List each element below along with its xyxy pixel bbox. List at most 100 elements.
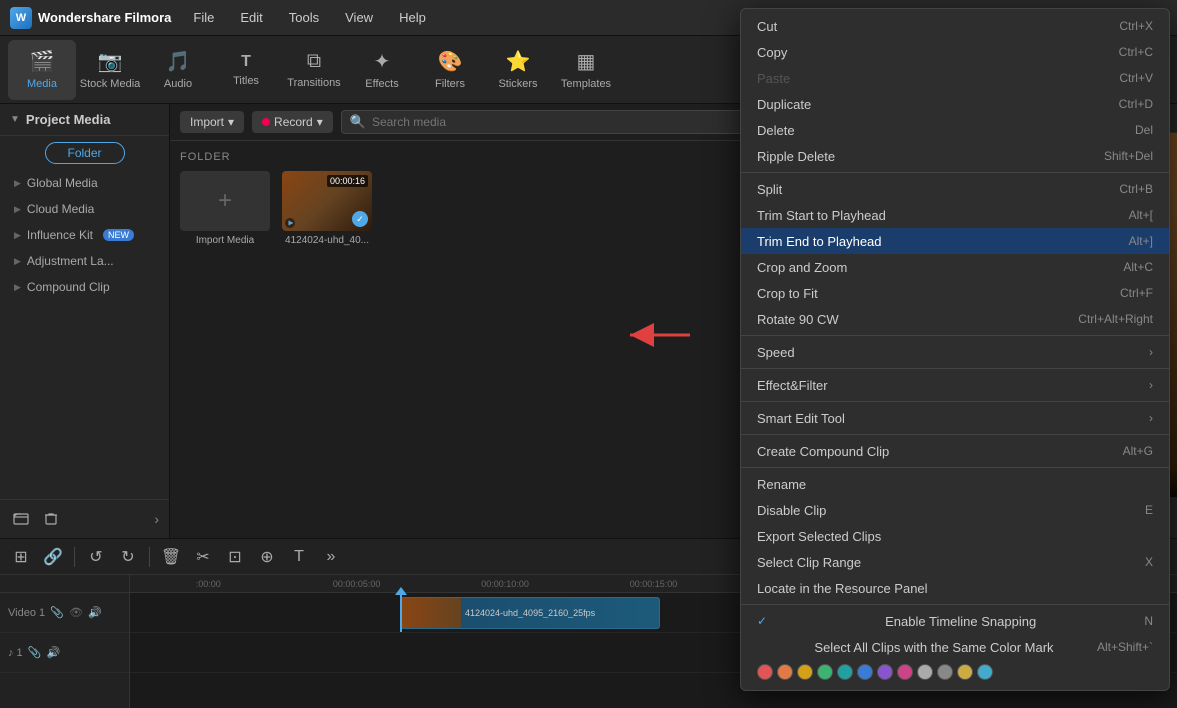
sidebar-item-compound-clip[interactable]: ▶ Compound Clip <box>0 274 169 300</box>
audio-split-button[interactable]: ⊕ <box>254 544 280 570</box>
ctx-delete[interactable]: Delete Del <box>741 117 1169 143</box>
video-clip[interactable]: 4124024-uhd_4095_2160_25fps <box>400 597 660 629</box>
menu-view[interactable]: View <box>341 8 377 27</box>
tab-media[interactable]: 🎬 Media <box>8 40 76 100</box>
ctx-trim-start[interactable]: Trim Start to Playhead Alt+[ <box>741 202 1169 228</box>
track-link-icon[interactable]: 📎 <box>49 605 65 621</box>
import-dropdown-icon[interactable]: ▾ <box>228 115 234 129</box>
new-folder-button[interactable] <box>10 508 32 530</box>
ctx-speed[interactable]: Speed › <box>741 339 1169 365</box>
ctx-cut[interactable]: Cut Ctrl+X <box>741 13 1169 39</box>
tab-effects[interactable]: ✦ Effects <box>348 40 416 100</box>
swatch-gray[interactable] <box>937 664 953 680</box>
import-media-card[interactable]: + Import Media <box>180 171 270 246</box>
ctx-duplicate[interactable]: Duplicate Ctrl+D <box>741 91 1169 117</box>
swatch-red[interactable] <box>757 664 773 680</box>
tab-titles-label: Titles <box>233 75 259 87</box>
tab-transitions[interactable]: ⧉ Transitions <box>280 40 348 100</box>
redo-button[interactable]: ↻ <box>115 544 141 570</box>
arrow-icon: ▶ <box>14 204 21 215</box>
sidebar-item-cloud-media[interactable]: ▶ Cloud Media <box>0 196 169 222</box>
crop-button[interactable]: ⊡ <box>222 544 248 570</box>
ctx-trim-end[interactable]: Trim End to Playhead Alt+] <box>741 228 1169 254</box>
clip-thumbnail <box>401 598 461 628</box>
ctx-crop-fit[interactable]: Crop to Fit Ctrl+F <box>741 280 1169 306</box>
tab-filters[interactable]: 🎨 Filters <box>416 40 484 100</box>
track-audio-icon[interactable]: 🔊 <box>87 605 103 621</box>
menu-file[interactable]: File <box>189 8 218 27</box>
collapse-icon[interactable]: ▼ <box>10 114 20 125</box>
tab-audio[interactable]: 🎵 Audio <box>144 40 212 100</box>
ctx-locate-resource[interactable]: Locate in the Resource Panel <box>741 575 1169 601</box>
sidebar-label: Cloud Media <box>27 202 94 216</box>
swatch-lightgray[interactable] <box>917 664 933 680</box>
menu-help[interactable]: Help <box>395 8 430 27</box>
swatch-blue[interactable] <box>857 664 873 680</box>
delete-button[interactable]: 🗑 <box>158 544 184 570</box>
ctx-sep-6 <box>741 467 1169 468</box>
arrow-icon: ▶ <box>14 256 21 267</box>
tab-templates[interactable]: ▦ Templates <box>552 40 620 100</box>
ctx-disable-clip[interactable]: Disable Clip E <box>741 497 1169 523</box>
ctx-rotate[interactable]: Rotate 90 CW Ctrl+Alt+Right <box>741 306 1169 332</box>
ctx-paste-shortcut: Ctrl+V <box>1119 71 1153 85</box>
search-icon: 🔍 <box>350 114 366 130</box>
tab-stickers[interactable]: ⭐ Stickers <box>484 40 552 100</box>
ctx-disable-clip-shortcut: E <box>1145 503 1153 517</box>
sidebar-item-adjustment[interactable]: ▶ Adjustment La... <box>0 248 169 274</box>
panel-collapse-right[interactable]: › <box>154 511 159 527</box>
tab-audio-label: Audio <box>164 78 192 90</box>
ctx-ripple-delete-label: Ripple Delete <box>757 149 835 164</box>
track-audio-volume-icon[interactable]: 🔊 <box>46 645 62 661</box>
swatch-yellow[interactable] <box>957 664 973 680</box>
undo-button[interactable]: ↺ <box>83 544 109 570</box>
ctx-smart-edit[interactable]: Smart Edit Tool › <box>741 405 1169 431</box>
media-content: FOLDER + Import Media 00:00:16 ✓ 4124024… <box>170 141 837 538</box>
ctx-rename-label: Rename <box>757 477 806 492</box>
tab-media-label: Media <box>27 78 57 90</box>
ctx-rename[interactable]: Rename <box>741 471 1169 497</box>
ctx-select-range[interactable]: Select Clip Range X <box>741 549 1169 575</box>
swatch-green[interactable] <box>817 664 833 680</box>
swatch-purple[interactable] <box>877 664 893 680</box>
sidebar-item-influence-kit[interactable]: ▶ Influence Kit NEW <box>0 222 169 248</box>
folder-button[interactable]: Folder <box>45 142 125 164</box>
tab-stock-media[interactable]: 📷 Stock Media <box>76 40 144 100</box>
text-button[interactable]: T <box>286 544 312 570</box>
swatch-pink[interactable] <box>897 664 913 680</box>
video-media-card[interactable]: 00:00:16 ✓ 4124024-uhd_40... <box>282 171 372 246</box>
menu-tools[interactable]: Tools <box>285 8 323 27</box>
track-link-icon-audio[interactable]: 📎 <box>27 645 43 661</box>
ctx-copy[interactable]: Copy Ctrl+C <box>741 39 1169 65</box>
ctx-trim-end-shortcut: Alt+] <box>1129 234 1153 248</box>
ctx-split[interactable]: Split Ctrl+B <box>741 176 1169 202</box>
swatch-gold[interactable] <box>797 664 813 680</box>
sidebar-item-global-media[interactable]: ▶ Global Media <box>0 170 169 196</box>
ctx-ripple-delete[interactable]: Ripple Delete Shift+Del <box>741 143 1169 169</box>
ctx-snapping[interactable]: ✓ Enable Timeline Snapping N <box>741 608 1169 634</box>
snap-button[interactable]: ⊞ <box>8 544 34 570</box>
link-button[interactable]: 🔗 <box>40 544 66 570</box>
ctx-effect-filter[interactable]: Effect&Filter › <box>741 372 1169 398</box>
ctx-crop-zoom[interactable]: Crop and Zoom Alt+C <box>741 254 1169 280</box>
ctx-export-clips[interactable]: Export Selected Clips <box>741 523 1169 549</box>
ctx-trim-start-label: Trim Start to Playhead <box>757 208 886 223</box>
ctx-smart-edit-arrow: › <box>1149 411 1153 425</box>
playhead[interactable] <box>400 593 402 632</box>
record-button[interactable]: Record ▾ <box>252 111 333 133</box>
menu-edit[interactable]: Edit <box>236 8 266 27</box>
ctx-compound-clip[interactable]: Create Compound Clip Alt+G <box>741 438 1169 464</box>
search-input[interactable] <box>372 115 773 129</box>
scissors-button[interactable]: ✂ <box>190 544 216 570</box>
titles-icon: T <box>241 53 251 71</box>
swatch-teal[interactable] <box>837 664 853 680</box>
track-eye-icon[interactable]: 👁 <box>68 605 84 621</box>
import-button[interactable]: Import ▾ <box>180 111 244 133</box>
more-tl-button[interactable]: » <box>318 544 344 570</box>
delete-folder-button[interactable] <box>40 508 62 530</box>
tab-templates-label: Templates <box>561 78 611 90</box>
swatch-cyan[interactable] <box>977 664 993 680</box>
swatch-orange[interactable] <box>777 664 793 680</box>
tab-titles[interactable]: T Titles <box>212 40 280 100</box>
ctx-select-color-mark[interactable]: Select All Clips with the Same Color Mar… <box>741 634 1169 660</box>
